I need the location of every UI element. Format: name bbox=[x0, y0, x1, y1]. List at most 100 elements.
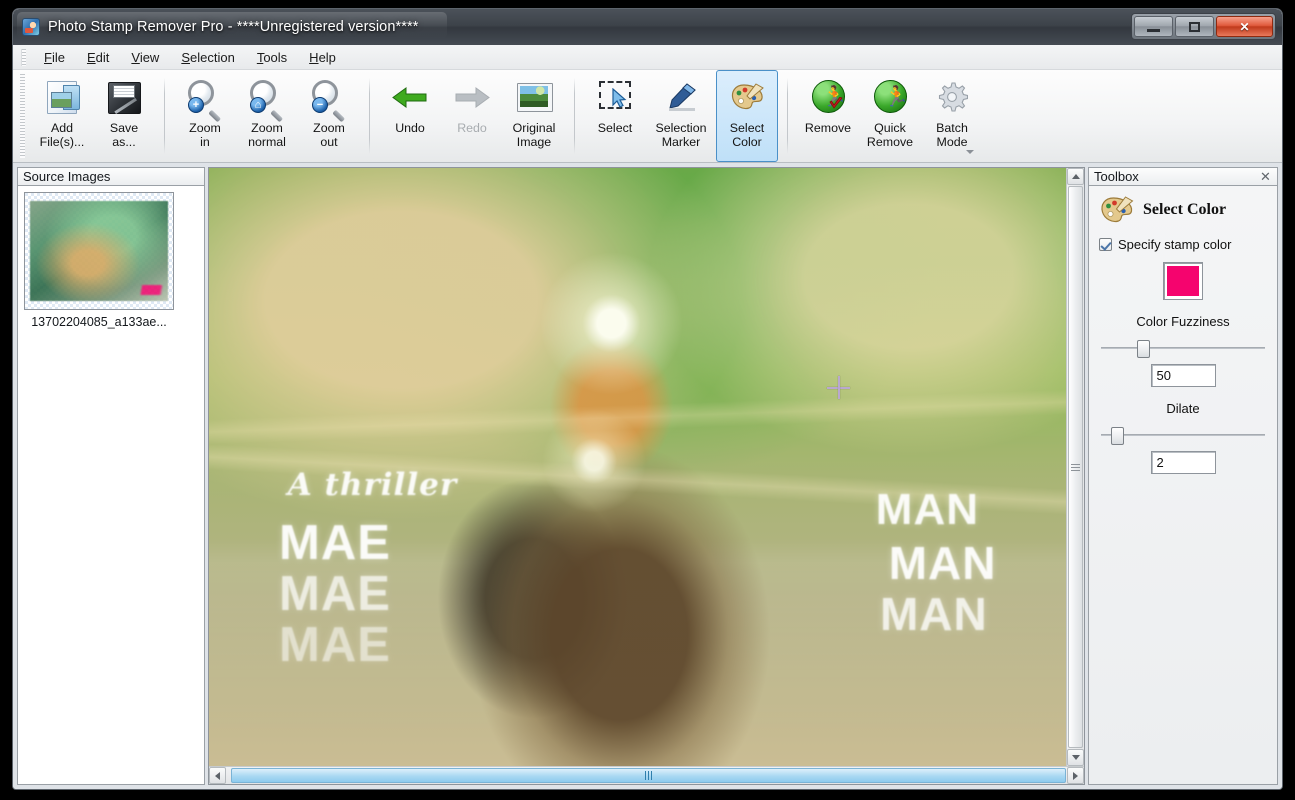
horizontal-scrollbar[interactable] bbox=[209, 766, 1084, 784]
menu-drag-grip[interactable] bbox=[21, 48, 26, 66]
redo-arrow-icon bbox=[452, 78, 492, 116]
toolbar-overflow-button[interactable] bbox=[963, 145, 977, 158]
toolbar-label: Undo bbox=[395, 121, 425, 135]
close-button[interactable]: ✕ bbox=[1216, 16, 1273, 37]
palette-icon bbox=[727, 78, 767, 116]
toolbar-label: Add File(s)... bbox=[39, 121, 85, 149]
menu-item-help[interactable]: Help bbox=[298, 47, 347, 68]
stamp-color-fill bbox=[1167, 266, 1199, 296]
toolbar-button-zoom-in[interactable]: + Zoom in bbox=[174, 70, 236, 162]
thumbnail-image[interactable] bbox=[24, 192, 174, 310]
source-images-list[interactable]: 13702204085_a133ae... bbox=[17, 186, 205, 785]
title-bar: Photo Stamp Remover Pro - ****Unregister… bbox=[13, 9, 1282, 45]
window-title: Photo Stamp Remover Pro - ****Unregister… bbox=[48, 19, 419, 35]
source-images-panel: Source Images 13702204085_a133ae... bbox=[17, 167, 205, 785]
toolbar-button-undo[interactable]: Undo bbox=[379, 70, 441, 162]
scroll-left-button[interactable] bbox=[209, 767, 226, 784]
toolbar-separator bbox=[369, 78, 370, 154]
menu-item-tools[interactable]: Tools bbox=[246, 47, 298, 68]
color-fuzziness-label: Color Fuzziness bbox=[1136, 314, 1230, 329]
grip-icon bbox=[644, 771, 653, 780]
image-viewer: A thriller MAE MAE MAE MAN MAN MAN bbox=[208, 167, 1085, 785]
slider-track bbox=[1101, 434, 1265, 436]
dilate-label: Dilate bbox=[1166, 401, 1200, 416]
menu-item-edit[interactable]: Edit bbox=[76, 47, 120, 68]
arrow-right-icon bbox=[1073, 771, 1078, 780]
slider-thumb[interactable] bbox=[1110, 427, 1124, 445]
app-photo-icon bbox=[22, 18, 40, 36]
runner-icon: 🏃 bbox=[870, 78, 910, 116]
scroll-down-button[interactable] bbox=[1067, 749, 1084, 766]
toolbar-button-select[interactable]: Select bbox=[584, 70, 646, 162]
vertical-scrollbar[interactable] bbox=[1066, 168, 1084, 766]
toolbar-button-selection-marker[interactable]: Selection Marker bbox=[646, 70, 716, 162]
toolbar-label: Original Image bbox=[512, 121, 556, 149]
toolbar-button-add-files[interactable]: Add File(s)... bbox=[31, 70, 93, 162]
toolbox-header: Select Color bbox=[1099, 195, 1267, 225]
toolbar-button-zoom-out[interactable]: − Zoom out bbox=[298, 70, 360, 162]
toolbox-panel: Toolbox ✕ Select Color Specify stamp col… bbox=[1088, 167, 1278, 785]
close-icon[interactable]: ✕ bbox=[1258, 169, 1273, 184]
scroll-right-button[interactable] bbox=[1067, 767, 1084, 784]
toolbox-caption-label: Toolbox bbox=[1094, 169, 1139, 184]
specify-stamp-color-checkbox[interactable] bbox=[1099, 238, 1112, 251]
scroll-up-button[interactable] bbox=[1067, 168, 1084, 185]
toolbar-button-zoom-normal[interactable]: ⌂ Zoom normal bbox=[236, 70, 298, 162]
toolbar-label: Zoom out bbox=[313, 121, 345, 149]
list-item[interactable]: 13702204085_a133ae... bbox=[24, 192, 174, 329]
menu-item-selection[interactable]: Selection bbox=[170, 47, 245, 68]
toolbox-body: Select Color Specify stamp color Color F… bbox=[1088, 186, 1278, 785]
toolbox-title: Select Color bbox=[1143, 201, 1227, 218]
toolbar-label: Quick Remove bbox=[866, 121, 914, 149]
image-canvas[interactable]: A thriller MAE MAE MAE MAN MAN MAN bbox=[209, 168, 1084, 766]
slider-thumb[interactable] bbox=[1137, 340, 1151, 358]
maximize-button[interactable] bbox=[1175, 16, 1214, 37]
stamp-color-row bbox=[1099, 262, 1267, 300]
dilate-value-row: 2 bbox=[1099, 451, 1267, 474]
photo-image bbox=[209, 168, 1084, 766]
color-fuzziness-input[interactable]: 50 bbox=[1150, 364, 1216, 387]
thumbnail-preview bbox=[30, 201, 168, 301]
specify-stamp-color-label: Specify stamp color bbox=[1118, 237, 1232, 252]
toolbar-button-save-as[interactable]: Save as... bbox=[93, 70, 155, 162]
marker-pen-icon bbox=[661, 78, 701, 116]
color-fuzziness-value-row: 50 bbox=[1099, 364, 1267, 387]
palette-icon bbox=[1099, 195, 1135, 225]
toolbar-label: Selection Marker bbox=[655, 121, 707, 149]
specify-stamp-color-row[interactable]: Specify stamp color bbox=[1099, 237, 1267, 252]
toolbar-label: Zoom in bbox=[189, 121, 221, 149]
toolbar-label: Remove bbox=[804, 121, 852, 135]
toolbar-button-original-image[interactable]: Original Image bbox=[503, 70, 565, 162]
chevron-down-icon bbox=[966, 149, 974, 154]
toolbar-label: Select Color bbox=[729, 121, 765, 149]
stamp-color-swatch[interactable] bbox=[1163, 262, 1203, 300]
main-toolbar: Add File(s)... Save as... + Zoom in ⌂ Zo… bbox=[13, 70, 1282, 163]
slider-track bbox=[1101, 347, 1265, 349]
color-fuzziness-slider[interactable] bbox=[1101, 337, 1265, 359]
application-window: Photo Stamp Remover Pro - ****Unregister… bbox=[12, 8, 1283, 790]
vertical-scroll-thumb[interactable] bbox=[1068, 186, 1083, 748]
thumbnail-filename: 13702204085_a133ae... bbox=[31, 315, 167, 329]
toolbar-button-select-color[interactable]: Select Color bbox=[716, 70, 778, 162]
toolbar-button-redo[interactable]: Redo bbox=[441, 70, 503, 162]
horizontal-scroll-thumb[interactable] bbox=[231, 768, 1066, 783]
dilate-slider[interactable] bbox=[1101, 424, 1265, 446]
desktop-background: Photo Stamp Remover Pro - ****Unregister… bbox=[0, 0, 1295, 800]
magnifier-minus-icon: − bbox=[309, 78, 349, 123]
source-images-caption: Source Images bbox=[17, 167, 205, 186]
toolbar-button-quick-remove[interactable]: 🏃 Quick Remove bbox=[859, 70, 921, 162]
toolbar-separator bbox=[164, 78, 165, 154]
restore-icon bbox=[1189, 21, 1200, 32]
dilate-input[interactable]: 2 bbox=[1150, 451, 1216, 474]
toolbar-button-remove[interactable]: 🏃 Remove bbox=[797, 70, 859, 162]
minimize-button[interactable] bbox=[1134, 16, 1173, 37]
marquee-select-icon bbox=[595, 78, 635, 116]
grip-icon bbox=[1071, 463, 1080, 471]
floppy-disk-icon bbox=[104, 78, 144, 116]
menu-bar: File Edit View Selection Tools Help bbox=[13, 45, 1282, 70]
menu-item-view[interactable]: View bbox=[120, 47, 170, 68]
magnifier-plus-icon: + bbox=[185, 78, 225, 123]
arrow-down-icon bbox=[1071, 755, 1080, 760]
menu-item-file[interactable]: File bbox=[33, 47, 76, 68]
toolbar-drag-grip[interactable] bbox=[20, 74, 25, 158]
